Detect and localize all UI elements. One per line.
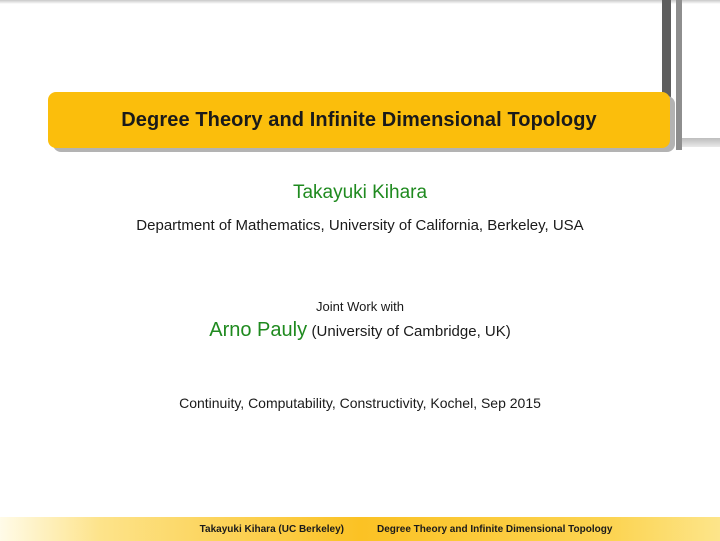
slide-title: Degree Theory and Infinite Dimensional T… (121, 108, 597, 131)
author-name: Takayuki Kihara (292, 182, 428, 203)
author-affiliation: Department of Mathematics, University of… (136, 217, 584, 234)
top-edge-shadow (0, 0, 720, 4)
footer-bar: Takayuki Kihara (UC Berkeley) Degree The… (0, 517, 720, 541)
coauthor-line: Arno Pauly (University of Cambridge, UK) (0, 319, 720, 342)
decorative-bar (676, 0, 682, 150)
decorative-bar (662, 0, 671, 100)
title-box: Degree Theory and Infinite Dimensional T… (48, 92, 670, 148)
footer-left-panel: Takayuki Kihara (UC Berkeley) (0, 517, 360, 541)
footer-title: Degree Theory and Infinite Dimensional T… (377, 523, 613, 535)
footer-author: Takayuki Kihara (UC Berkeley) (199, 523, 344, 535)
decorative-bar (682, 138, 720, 147)
joint-work-label: Joint Work with (316, 299, 404, 314)
coauthor-affiliation: (University of Cambridge, UK) (311, 323, 511, 340)
conference-info: Continuity, Computability, Constructivit… (179, 395, 541, 411)
footer-right-panel: Degree Theory and Infinite Dimensional T… (360, 517, 720, 541)
coauthor-name: Arno Pauly (209, 319, 308, 341)
